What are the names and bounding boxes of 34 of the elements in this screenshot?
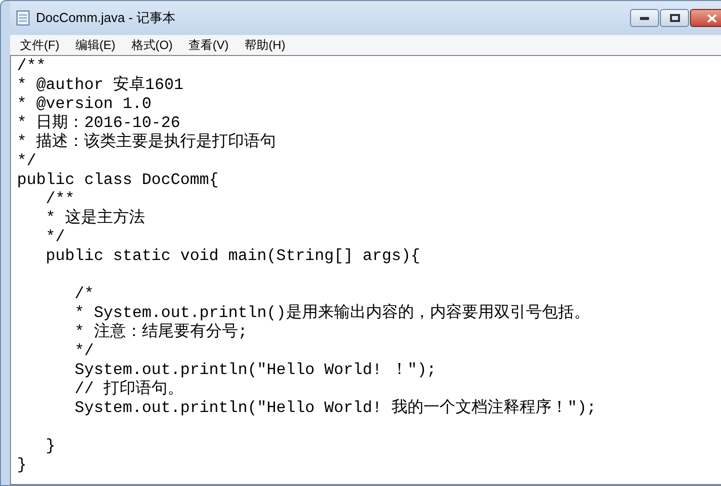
- minimize-button[interactable]: [630, 9, 659, 27]
- code-line: /*: [74, 285, 94, 304]
- code-line: /**: [44, 190, 75, 208]
- code-line: System.out.println("Hello World! ！");: [74, 361, 436, 380]
- code-line: * 日期：2016-10-26: [17, 114, 180, 132]
- code-line: * 这是主方法: [44, 209, 146, 228]
- close-button[interactable]: [690, 9, 721, 27]
- window-title: DocComm.java - 记事本: [36, 9, 176, 28]
- code-line: }: [17, 456, 27, 475]
- minimize-icon: [640, 16, 649, 20]
- menu-item[interactable]: 格式(O): [124, 36, 180, 54]
- code-line: }: [44, 437, 56, 456]
- code-line: /**: [17, 57, 46, 76]
- code-line: */: [17, 152, 36, 171]
- code-line: public static void main(String[] args){: [44, 247, 420, 266]
- menu-item[interactable]: 编辑(E): [68, 36, 122, 54]
- code-line: public class DocComm{: [17, 171, 219, 190]
- maximize-button[interactable]: [660, 9, 689, 27]
- code-line: */: [44, 228, 66, 247]
- menu-item[interactable]: 文件(F): [13, 36, 66, 54]
- code-line: */: [74, 342, 94, 361]
- menu-item[interactable]: 帮助(H): [238, 36, 292, 54]
- maximize-icon: [670, 14, 680, 22]
- code-line: System.out.println("Hello World! 我的一个文档注释程序！");: [74, 399, 596, 418]
- menu-item[interactable]: 查看(V): [182, 36, 236, 54]
- code-line: * 注意：结尾要有分号;: [74, 323, 248, 342]
- code-line: * 描述：该类主要是执行是打印语句: [17, 133, 276, 152]
- notepad-icon: [16, 10, 30, 26]
- close-icon: [707, 14, 717, 22]
- code-line: * @version 1.0: [17, 95, 152, 114]
- text-editor[interactable]: [10, 55, 721, 485]
- code-line: // 打印语句。: [74, 380, 184, 399]
- code-line: * System.out.println()是用来输出内容的，内容要用双引号包括。: [74, 304, 590, 322]
- code-line: * @author 安卓1601: [17, 76, 184, 95]
